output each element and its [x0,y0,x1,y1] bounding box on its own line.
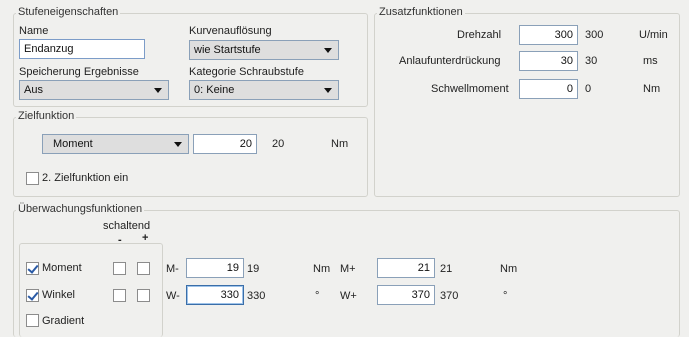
winkel-min-label: W- [166,290,180,302]
winkel-max-actual-value: 370 [440,290,459,302]
schwellmoment-label: Schwellmoment [431,83,509,95]
moment-max-input[interactable]: 21 [377,258,435,278]
gradient-label: Gradient [42,315,85,327]
winkel-checkbox[interactable] [26,289,39,302]
drehzahl-label: Drehzahl [457,29,502,41]
moment-max-label: M+ [340,263,356,275]
kategorie-label: Kategorie Schraubstufe [189,66,304,78]
chevron-down-icon [324,88,332,93]
minus-column-header: - [118,234,122,246]
winkel-max-unit: ° [503,290,508,302]
zielfunktion-group: Zielfunktion [13,110,368,197]
name-label: Name [19,25,49,37]
zielfunktion-value: Moment [53,138,93,150]
winkel-max-label: W+ [340,290,357,302]
winkel-min-actual-value: 330 [247,290,266,302]
kurvenaufloesung-value: wie Startstufe [194,44,261,56]
moment-schaltend-plus-checkbox[interactable] [137,262,150,275]
speicherung-label: Speicherung Ergebnisse [19,66,139,78]
zielfunktion-title: Zielfunktion [16,110,77,123]
zusatzfunktionen-title: Zusatzfunktionen [377,6,465,19]
chevron-down-icon [154,88,162,93]
winkel-schaltend-plus-checkbox[interactable] [137,289,150,302]
moment-min-label: M- [166,263,179,275]
moment-max-actual-value: 21 [440,263,453,275]
schwellmoment-unit: Nm [643,83,661,95]
zweite-zielfunktion-checkbox[interactable] [26,172,39,185]
kurvenaufloesung-select[interactable]: wie Startstufe [189,40,339,60]
name-input[interactable]: Endanzug [19,39,145,59]
moment-label: Moment [42,262,82,274]
zielfunktion-actual-value: 20 [272,138,285,150]
winkel-schaltend-minus-checkbox[interactable] [113,289,126,302]
anlaufunterdrueckung-unit: ms [643,55,658,67]
gradient-checkbox[interactable] [26,314,39,327]
kategorie-value: 0: Keine [194,84,235,96]
chevron-down-icon [174,142,182,147]
anlaufunterdrueckung-input[interactable]: 30 [519,51,578,71]
drehzahl-actual-value: 300 [585,29,604,41]
moment-min-unit: Nm [313,263,331,275]
stufeneigenschaften-title: Stufeneigenschaften [16,6,121,19]
winkel-min-unit: ° [315,290,320,302]
drehzahl-unit: U/min [639,29,668,41]
drehzahl-input[interactable]: 300 [519,25,578,45]
anlaufunterdrueckung-label: Anlaufunterdrückung [399,55,501,67]
moment-schaltend-minus-checkbox[interactable] [113,262,126,275]
moment-min-input[interactable]: 19 [186,258,244,278]
zweite-zielfunktion-label: 2. Zielfunktion ein [42,172,129,184]
moment-checkbox[interactable] [26,262,39,275]
speicherung-value: Aus [24,84,43,96]
plus-column-header: + [142,232,149,244]
moment-min-actual-value: 19 [247,263,260,275]
zielfunktion-select[interactable]: Moment [42,134,189,154]
zielfunktion-unit: Nm [331,138,349,150]
zielfunktion-input[interactable]: 20 [193,134,257,154]
ueberwachungsfunktionen-title: Überwachungsfunktionen [16,203,145,216]
winkel-label: Winkel [42,289,76,301]
kategorie-select[interactable]: 0: Keine [189,80,339,100]
winkel-min-input[interactable]: 330 [186,285,244,305]
schwellmoment-actual-value: 0 [585,83,592,95]
chevron-down-icon [324,48,332,53]
moment-max-unit: Nm [500,263,518,275]
kurvenaufloesung-label: Kurvenauflösung [189,25,272,37]
anlaufunterdrueckung-actual-value: 30 [585,55,598,67]
schwellmoment-input[interactable]: 0 [519,79,578,99]
speicherung-select[interactable]: Aus [19,80,169,100]
winkel-max-input[interactable]: 370 [377,285,435,305]
